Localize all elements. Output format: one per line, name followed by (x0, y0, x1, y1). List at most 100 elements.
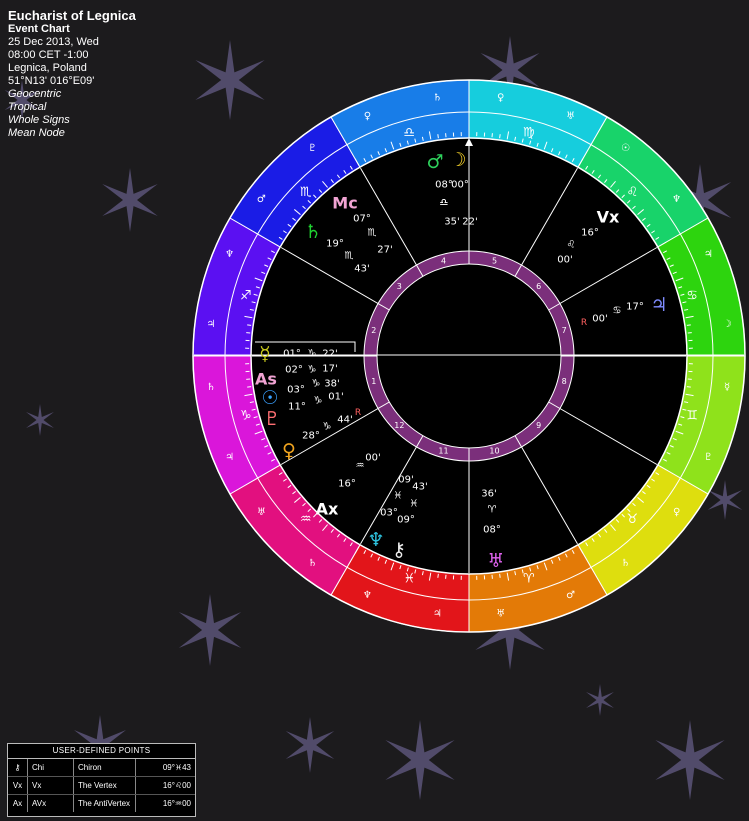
user-point-glyph: ⚷ (8, 759, 28, 776)
user-defined-points-table: USER-DEFINED POINTS ⚷ Chi Chiron 09°♓43 … (7, 743, 196, 817)
planet-degree: 02° (285, 365, 303, 376)
user-point-position: 09°♓43 (162, 763, 191, 772)
planet-degree: 07° (353, 214, 371, 225)
zodiac-sign-glyph: ♊ (686, 408, 698, 423)
house-number: 4 (441, 256, 446, 265)
zodiac-sign-glyph: ♏ (300, 185, 312, 200)
planet-degree: 08° (483, 525, 501, 536)
ruler-glyph: ♇ (704, 452, 713, 463)
planet-degree: 11° (288, 402, 306, 413)
ruler-glyph: ♄ (308, 558, 317, 569)
planet-glyph: Ax (316, 500, 339, 519)
planet-degree: 17° (626, 302, 644, 313)
planet-minute: 44' (337, 415, 352, 426)
zodiac-sign-glyph: ♈ (523, 572, 535, 587)
user-point-row: ⚷ Chi Chiron 09°♓43 (8, 759, 195, 777)
ruler-glyph: ♂ (257, 194, 266, 205)
ruler-glyph: ♄ (206, 382, 215, 393)
planet-glyph: As (255, 370, 277, 389)
star-decoration (102, 168, 158, 232)
degree-tick (686, 386, 691, 388)
zodiac-sign-glyph: ♐ (240, 289, 252, 304)
ruler-glyph: ♃ (433, 609, 442, 620)
planet-degree: 16° (338, 479, 356, 490)
star-decoration (586, 684, 614, 716)
star-decoration (195, 40, 265, 120)
star-decoration (178, 594, 242, 666)
user-point-glyph: Ax (8, 795, 28, 812)
zodiac-sign-glyph: ♑ (240, 408, 252, 423)
chart-date: 25 Dec 2013, Wed (8, 36, 99, 48)
house-number: 6 (536, 282, 541, 291)
zodiac-sign-glyph: ♎ (403, 125, 415, 140)
chart-wheel: ♐♃♆♏♂♇♎♀♄♍♀♅♌☉♆♋♃☽♊☿♇♉ ♀♄♈♂♅♓♃♆♒♄♅♑♃♄1121… (192, 79, 746, 633)
user-point-abbr: Chi (28, 759, 74, 776)
planet-degree: 00° (451, 180, 469, 191)
house-number: 12 (394, 421, 404, 430)
planet-degree: 16° (581, 228, 599, 239)
star-decoration (285, 717, 335, 773)
zodiac-sign-glyph: ♋ (686, 289, 698, 304)
planet-minute: 17' (322, 364, 337, 375)
house-number: 1 (371, 377, 376, 386)
ruler-glyph: ♆ (363, 590, 372, 601)
planet-sign: ♏ (345, 251, 354, 262)
house-number: 10 (489, 447, 499, 456)
house-number: 2 (371, 326, 376, 335)
star-decoration (26, 404, 54, 436)
planet-minute: 43' (412, 482, 427, 493)
planet-minute: 43' (354, 264, 369, 275)
retrograde-marker: R (581, 318, 587, 328)
chart-type: Event Chart (8, 23, 70, 35)
planet-degree: 01° (283, 349, 301, 360)
planet-glyph: ⚷ (392, 539, 406, 561)
planet-glyph: ☉ (261, 387, 278, 409)
house-number: 7 (562, 326, 567, 335)
degree-tick (499, 573, 501, 578)
house-number: 5 (492, 256, 497, 265)
zodiac-sign-glyph: ♉ (627, 512, 639, 527)
ruler-glyph: ♀ (364, 111, 371, 122)
degree-tick (686, 324, 691, 326)
planet-minute: 27' (377, 245, 392, 256)
ruler-glyph: ♃ (206, 319, 215, 330)
user-point-name: The AntiVertex (74, 795, 136, 812)
planet-sign: ♑ (312, 379, 321, 390)
planet-degree: 03° (380, 508, 398, 519)
ruler-glyph: ♃ (704, 249, 713, 260)
ruler-glyph: ♄ (433, 92, 442, 103)
planet-degree: 03° (287, 385, 305, 396)
ruler-glyph: ☽ (723, 319, 732, 330)
user-point-row: Ax AVx The AntiVertex 16°♒00 (8, 795, 195, 812)
planet-sign: ♓ (394, 491, 403, 502)
user-point-abbr: Vx (28, 777, 74, 794)
planet-sign: ♒ (356, 461, 365, 472)
ruler-glyph: ☿ (724, 382, 730, 393)
planet-glyph: ☽ (449, 149, 466, 171)
user-point-position: 16°♒00 (162, 799, 191, 808)
planet-sign: ♑ (308, 349, 317, 360)
user-point-name: Chiron (74, 759, 136, 776)
planet-glyph: ♀ (282, 440, 296, 462)
house-number: 3 (397, 282, 402, 291)
ruler-glyph: ♅ (257, 507, 266, 518)
degree-tick (247, 386, 252, 388)
house-number: 9 (536, 421, 541, 430)
planet-minute: 00' (365, 453, 380, 464)
planet-degree: 09° (397, 515, 415, 526)
ruler-glyph: ♅ (566, 111, 575, 122)
chart-title: Eucharist of Legnica (8, 8, 136, 23)
planet-glyph: Vx (597, 208, 620, 227)
planet-sign: ♎ (440, 198, 449, 209)
ruler-glyph: ♂ (566, 590, 575, 601)
zodiac-sign-glyph: ♍ (523, 125, 535, 140)
chart-place: Legnica, Poland (8, 62, 87, 74)
user-point-name: The Vertex (74, 777, 136, 794)
house-number: 11 (438, 447, 448, 456)
planet-glyph: Mc (332, 194, 357, 213)
degree-tick (499, 134, 501, 139)
house-number: 8 (562, 377, 567, 386)
planet-minute: 22' (322, 349, 337, 360)
planet-minute: 22' (462, 217, 477, 228)
planet-glyph: ♇ (263, 408, 280, 430)
